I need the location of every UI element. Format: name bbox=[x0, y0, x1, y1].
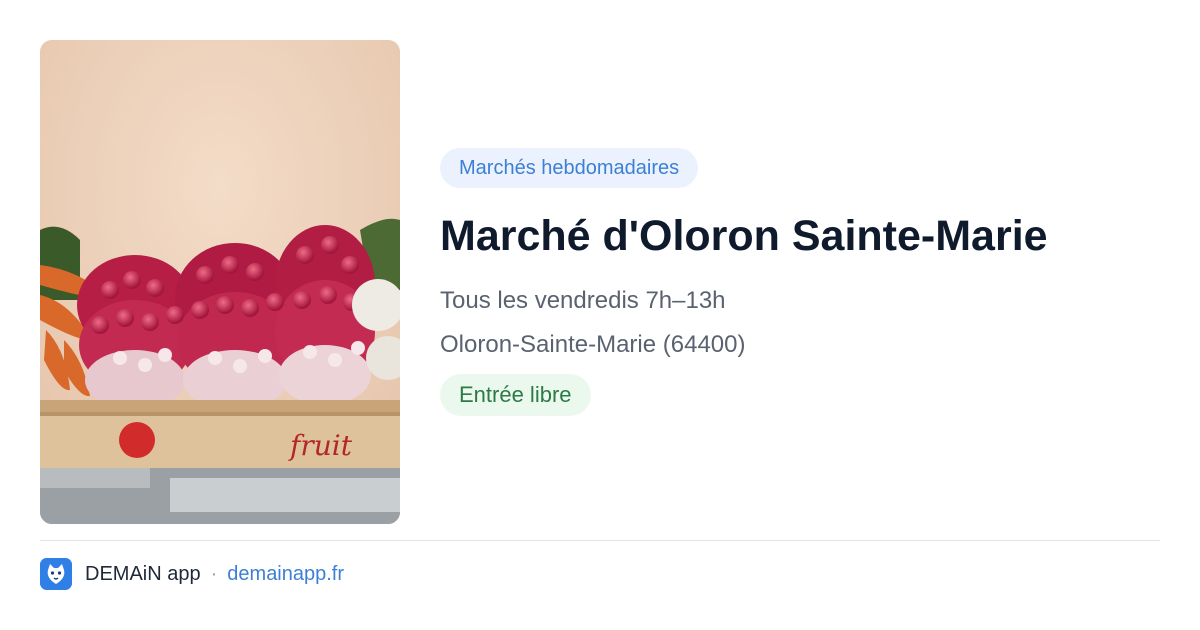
footer-separator: · bbox=[210, 562, 218, 585]
footer-divider bbox=[40, 540, 1160, 541]
category-badge[interactable]: Marchés hebdomadaires bbox=[440, 148, 699, 188]
app-name: DEMAiN app bbox=[85, 562, 201, 585]
market-info: Marchés hebdomadaires Marché d'Oloron Sa… bbox=[440, 148, 1160, 416]
entry-badge: Entrée libre bbox=[440, 374, 591, 416]
market-schedule: Tous les vendredis 7h–13h bbox=[440, 287, 726, 314]
market-location: Oloron-Sainte-Marie (64400) bbox=[440, 331, 746, 358]
crate-text: fruit bbox=[288, 429, 353, 462]
market-photo: fruit bbox=[40, 40, 400, 524]
footer: DEMAiN app · demainapp.fr bbox=[40, 558, 344, 590]
market-title: Marché d'Oloron Sainte-Marie bbox=[440, 212, 1048, 260]
demain-logo-icon[interactable] bbox=[40, 558, 72, 590]
app-url-link[interactable]: demainapp.fr bbox=[227, 563, 344, 586]
radishes-image: fruit bbox=[40, 40, 400, 524]
